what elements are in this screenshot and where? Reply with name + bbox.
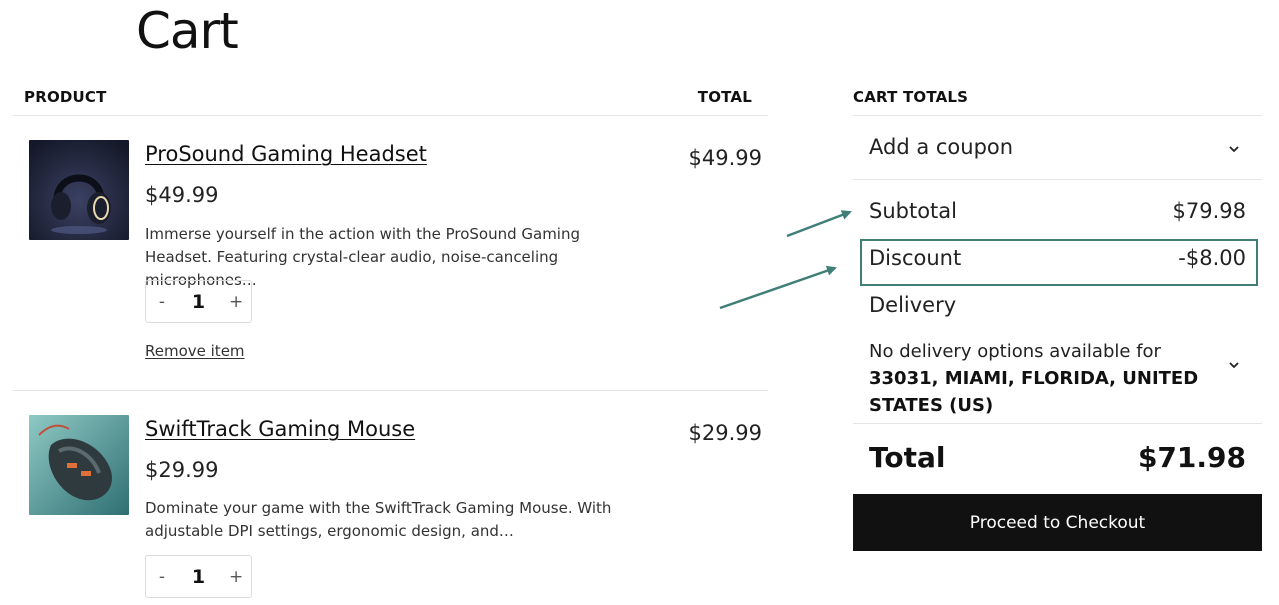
item-price: $29.99 (145, 458, 219, 482)
item-divider (13, 390, 768, 391)
cart-totals-header: CART TOTALS (853, 88, 969, 106)
decrease-quantity-button[interactable]: - (156, 292, 168, 312)
delivery-location: 33031, MIAMI, FLORIDA, UNITED STATES (US… (869, 368, 1199, 416)
total-column-header: TOTAL (697, 88, 752, 106)
item-description: Dominate your game with the SwiftTrack G… (145, 499, 612, 540)
product-column-header: PRODUCT (24, 88, 107, 106)
remove-item-link[interactable]: Remove item (145, 342, 245, 360)
total-value: $71.98 (1137, 441, 1246, 474)
mouse-image[interactable] (29, 415, 129, 515)
quantity-stepper: - 1 + (145, 555, 252, 598)
proceed-to-checkout-button[interactable]: Proceed to Checkout (853, 494, 1262, 551)
add-coupon-toggle[interactable]: Add a coupon (869, 135, 1013, 159)
increase-quantity-button[interactable]: + (229, 567, 243, 587)
totals-divider (853, 115, 1262, 116)
chevron-down-icon[interactable] (1227, 142, 1241, 156)
item-name-link[interactable]: SwiftTrack Gaming Mouse (145, 417, 415, 441)
total-divider (853, 423, 1262, 424)
coupon-divider (853, 179, 1262, 180)
item-name-link[interactable]: ProSound Gaming Headset (145, 142, 427, 166)
discount-label: Discount (869, 246, 962, 270)
header-divider (13, 115, 768, 116)
mouse-icon (29, 415, 129, 515)
quantity-stepper: - 1 + (145, 280, 252, 323)
page-title: Cart (136, 2, 239, 60)
delivery-note: No delivery options available for 33031,… (869, 338, 1229, 419)
item-line-total: $29.99 (688, 421, 762, 445)
headset-icon (29, 140, 129, 240)
quantity-input[interactable]: 1 (192, 291, 205, 313)
delivery-note-prefix: No delivery options available for (869, 341, 1161, 362)
quantity-input[interactable]: 1 (192, 566, 205, 588)
headset-image[interactable] (29, 140, 129, 240)
total-label: Total (869, 441, 946, 474)
item-line-total: $49.99 (688, 146, 762, 170)
item-price: $49.99 (145, 183, 219, 207)
arrow-to-subtotal (786, 210, 852, 238)
subtotal-label: Subtotal (869, 199, 957, 223)
discount-value: -$8.00 (1178, 246, 1246, 270)
delivery-label: Delivery (869, 293, 957, 317)
arrow-to-discount (719, 265, 837, 310)
chevron-down-icon[interactable] (1227, 358, 1241, 372)
decrease-quantity-button[interactable]: - (156, 567, 168, 587)
subtotal-value: $79.98 (1172, 199, 1246, 223)
increase-quantity-button[interactable]: + (229, 292, 243, 312)
